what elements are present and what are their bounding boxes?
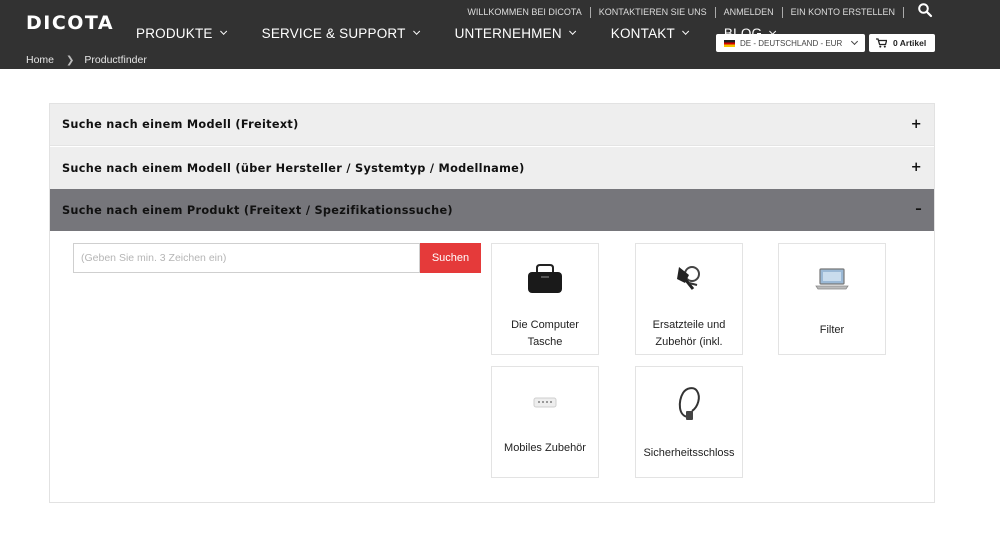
accordion-model-freetext[interactable]: Suche nach einem Modell (Freitext) +: [50, 104, 934, 146]
chevron-right-icon: ❯: [66, 54, 75, 66]
collapse-icon: –: [915, 202, 922, 217]
category-tile-spare-parts[interactable]: Ersatzteile und Zubehör (inkl.: [635, 243, 743, 355]
spare-parts-icon: [636, 254, 742, 304]
accordion-title: Suche nach einem Produkt (Freitext / Spe…: [62, 203, 453, 217]
nav-label: PRODUKTE: [136, 25, 213, 41]
site-header: DICOTA WILLKOMMEN BEI DICOTA KONTAKTIERE…: [0, 0, 1000, 69]
contact-us-link[interactable]: KONTAKTIEREN SIE UNS: [591, 6, 715, 18]
category-tile-filter[interactable]: Filter: [778, 243, 886, 355]
main-nav: PRODUKTE SERVICE & SUPPORT UNTERNEHMEN K…: [136, 24, 811, 42]
expand-icon: +: [910, 117, 922, 132]
cart-label: 0 Artikel: [893, 38, 927, 48]
create-account-link[interactable]: EIN KONTO ERSTELLEN: [783, 6, 903, 18]
accordion-title: Suche nach einem Modell (Freitext): [62, 118, 299, 131]
breadcrumb: Home ❯ Productfinder: [26, 54, 147, 66]
chevron-down-icon: [682, 27, 690, 35]
accordion-model-manufacturer[interactable]: Suche nach einem Modell (über Hersteller…: [50, 147, 934, 189]
category-tile-mobile-accessory[interactable]: Mobiles Zubehör: [491, 366, 599, 478]
nav-label: KONTAKT: [610, 25, 675, 41]
cart-icon: [876, 38, 887, 48]
search-icon[interactable]: [917, 2, 933, 18]
locale-select-value: DE - DEUTSCHLAND - EUR: [740, 38, 843, 48]
top-utility-nav: WILLKOMMEN BEI DICOTA KONTAKTIEREN SIE U…: [459, 6, 904, 18]
tile-label: Mobiles Zubehör: [504, 442, 586, 454]
accordion-title: Suche nach einem Modell (über Hersteller…: [62, 161, 525, 175]
nav-label: UNTERNEHMEN: [454, 25, 562, 41]
mobile-accessory-icon: [492, 377, 598, 427]
nav-service-support[interactable]: SERVICE & SUPPORT: [261, 25, 420, 41]
breadcrumb-current: Productfinder: [84, 54, 147, 66]
divider: [903, 6, 904, 18]
nav-produkte[interactable]: PRODUKTE: [136, 25, 227, 41]
tile-label: Filter: [819, 324, 845, 336]
expand-icon: +: [910, 160, 922, 175]
breadcrumb-home[interactable]: Home: [26, 54, 54, 66]
nav-label: SERVICE & SUPPORT: [261, 25, 406, 41]
nav-kontakt[interactable]: KONTAKT: [610, 25, 690, 41]
accordion-product-search[interactable]: Suche nach einem Produkt (Freitext / Spe…: [50, 189, 934, 231]
tile-label: Sicherheitsschloss: [643, 447, 735, 459]
search-button[interactable]: Suchen: [420, 243, 481, 273]
tile-label: Ersatzteile und Zubehör (inkl.: [652, 319, 726, 348]
chevron-down-icon: [850, 37, 859, 46]
chevron-down-icon: [412, 27, 420, 35]
product-search-input[interactable]: [73, 243, 420, 273]
chevron-down-icon: [219, 27, 227, 35]
german-flag-icon: [724, 39, 735, 47]
tile-label: Die Computer Tasche: [511, 319, 579, 348]
category-tile-security-lock[interactable]: Sicherheitsschloss: [635, 366, 743, 478]
nav-unternehmen[interactable]: UNTERNEHMEN: [454, 25, 576, 41]
dicota-logo[interactable]: DICOTA: [26, 12, 114, 34]
locale-select[interactable]: DE - DEUTSCHLAND - EUR: [716, 34, 865, 52]
category-tile-computer-bag[interactable]: Die Computer Tasche: [491, 243, 599, 355]
security-lock-icon: [636, 377, 742, 427]
chevron-down-icon: [568, 27, 576, 35]
productfinder-accordion: Suche nach einem Modell (Freitext) + Suc…: [49, 103, 935, 503]
privacy-filter-icon: [779, 254, 885, 304]
cart-button[interactable]: 0 Artikel: [869, 34, 935, 52]
login-link[interactable]: ANMELDEN: [716, 6, 782, 18]
computer-bag-icon: [492, 254, 598, 304]
welcome-link[interactable]: WILLKOMMEN BEI DICOTA: [459, 6, 589, 18]
